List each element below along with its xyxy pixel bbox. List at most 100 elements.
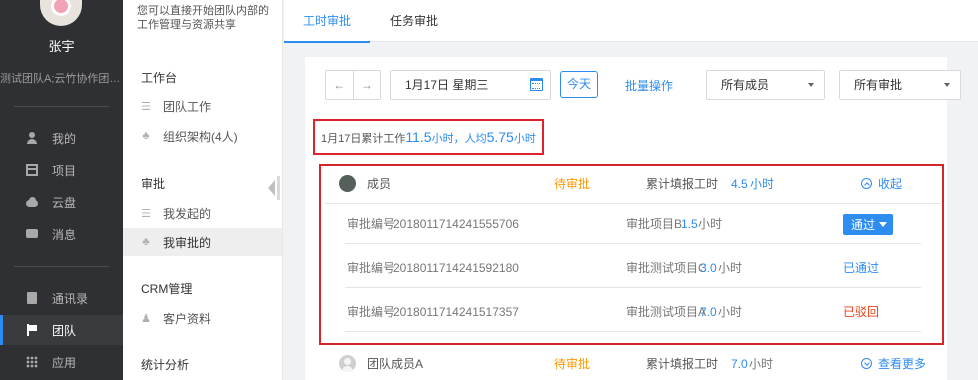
member-row[interactable]: 成员 待审批 累计填报工时 4.5 小时 收起 <box>325 164 941 204</box>
sidebar-item-label: 我的 <box>52 131 77 146</box>
subnav-item-initiated[interactable]: ☰ 我发起的 <box>123 199 282 227</box>
list-icon: ☰ <box>141 100 151 113</box>
summary-avg-unit: 小时 <box>513 133 536 145</box>
sidebar-item-apps[interactable]: 应用 <box>0 347 123 377</box>
chevron-down-icon <box>944 83 950 87</box>
view-more-button[interactable]: 查看更多 <box>861 355 926 372</box>
user-name: 张宇 <box>48 39 75 54</box>
entry-id: 2018011714241555706 <box>393 216 519 231</box>
approval-entry-row[interactable]: 审批编号 2018011714241592180 审批测试项目C 3.0 小时 … <box>345 248 921 288</box>
subnav-item-team-work[interactable]: ☰ 团队工作 <box>123 92 282 120</box>
entry-hours-unit: 小时 <box>718 261 743 275</box>
status-badge: 待审批 <box>554 177 591 191</box>
summary-hours-unit: 小时，人均 <box>431 133 487 145</box>
sidebar-item-message[interactable]: 消息 <box>0 219 123 249</box>
subnav-item-label: 组织架构(4人) <box>163 129 238 144</box>
chevron-down-icon <box>808 83 814 87</box>
daily-summary: 1月17日累计工作11.5小时，人均5.75小时 <box>313 119 544 155</box>
approve-label: 通过 <box>851 218 876 232</box>
entry-state-approved: 已通过 <box>843 261 880 275</box>
collapse-arrow-icon[interactable] <box>268 180 275 196</box>
flag-icon <box>26 324 38 336</box>
approval-entry-row[interactable]: 审批编号 2018011714241555706 审批项目B 1.5 小时 通过 <box>345 204 921 244</box>
org-chart-icon: ♣ <box>142 130 150 142</box>
total-hours-unit: 小时 <box>750 177 775 191</box>
entry-hours: 3.0 <box>700 260 717 275</box>
tab-task-approval[interactable]: 任务审批 <box>370 0 458 42</box>
sidebar-item-label: 项目 <box>52 163 77 178</box>
approval-filter-value: 所有审批 <box>854 78 903 92</box>
member-name: 团队成员A <box>367 357 424 371</box>
entry-project: 审批测试项目A <box>626 305 707 319</box>
cloud-icon <box>26 196 38 208</box>
sidebar-item-label: 团队 <box>52 323 77 338</box>
subnav-description: 您可以直接开始团队内部的工作管理与资源共享 <box>137 5 269 31</box>
approve-dropdown-button[interactable]: 通过 <box>843 214 893 235</box>
date-picker[interactable]: 1月17日 星期三 <box>390 70 551 100</box>
date-nav: ← → <box>325 70 381 100</box>
entry-id-label: 审批编号 <box>347 217 396 231</box>
list-icon: ☰ <box>141 207 151 220</box>
group-title-stats: 统计分析 <box>141 358 190 372</box>
today-button[interactable]: 今天 <box>560 71 598 98</box>
sidebar-item-cloud[interactable]: 云盘 <box>0 187 123 217</box>
user-teams: 测试团队A;云竹协作团队;测试... <box>0 73 123 85</box>
approval-entry-row[interactable]: 审批编号 2018011714241517357 审批测试项目A 7.0 小时 … <box>345 292 921 332</box>
message-icon <box>26 228 38 240</box>
group-title-crm: CRM管理 <box>141 282 193 296</box>
chevron-down-icon <box>861 358 872 369</box>
avatar <box>339 175 356 192</box>
apps-icon <box>26 356 38 368</box>
entry-hours: 1.5 <box>681 216 698 231</box>
sidebar-item-team[interactable]: 团队 <box>0 315 123 345</box>
user-icon: ♟ <box>141 312 151 325</box>
total-hours-unit: 小时 <box>749 357 774 371</box>
entry-project: 审批测试项目C <box>626 261 707 275</box>
chevron-up-icon <box>861 178 872 189</box>
sidebar-item-contacts[interactable]: 通讯录 <box>0 283 123 313</box>
divider <box>14 106 109 107</box>
entry-hours: 7.0 <box>700 304 717 319</box>
total-hours-label: 累计填报工时 <box>646 357 719 371</box>
member-filter-select[interactable]: 所有成员 <box>706 70 825 100</box>
group-title-workbench: 工作台 <box>141 71 178 85</box>
approval-panel: ← → 1月17日 星期三 今天 批量操作 所有成员 所有审批 1月17日累计工… <box>305 57 961 380</box>
subnav-item-label: 客户资料 <box>163 311 212 326</box>
sidebar-item-project[interactable]: 项目 <box>0 155 123 185</box>
tab-hours-approval[interactable]: 工时审批 <box>284 0 370 43</box>
total-hours-label: 累计填报工时 <box>646 177 719 191</box>
subnav-item-customer-data[interactable]: ♟ 客户资料 <box>123 304 282 332</box>
divider <box>14 266 109 267</box>
calendar-icon[interactable] <box>530 78 543 91</box>
approval-filter-select[interactable]: 所有审批 <box>839 70 961 100</box>
avatar <box>339 355 356 372</box>
next-day-button[interactable]: → <box>354 71 381 99</box>
date-value: 1月17日 星期三 <box>405 78 489 92</box>
member-row[interactable]: 团队成员A 待审批 累计填报工时 7.0 小时 查看更多 <box>339 346 941 380</box>
view-more-label: 查看更多 <box>878 357 927 371</box>
caret-down-icon <box>879 222 887 227</box>
subnav-item-label: 我发起的 <box>163 206 212 221</box>
entry-state-rejected: 已驳回 <box>843 305 880 319</box>
sidebar-item-mine[interactable]: 我的 <box>0 123 123 153</box>
member-filter-value: 所有成员 <box>721 78 770 92</box>
tab-bar: 工时审批 任务审批 <box>284 0 978 43</box>
summary-prefix: 1月17日累计工作 <box>321 133 406 145</box>
status-badge: 待审批 <box>554 357 591 371</box>
approval-list: 成员 待审批 累计填报工时 4.5 小时 收起 审批编号 20180117142… <box>319 164 947 380</box>
collapse-button[interactable]: 收起 <box>861 175 902 192</box>
prev-day-button[interactable]: ← <box>326 71 354 99</box>
total-hours-value: 4.5 <box>731 176 748 191</box>
batch-operation-link[interactable]: 批量操作 <box>625 77 673 94</box>
avatar[interactable] <box>40 0 82 26</box>
subnav-item-label: 我审批的 <box>163 235 212 250</box>
main-sidebar: 张宇 测试团队A;云竹协作团队;测试... 我的 项目 云盘 消息 通讯录 团队… <box>0 0 123 380</box>
entry-project: 审批项目B <box>626 217 683 231</box>
team-subnav: 您可以直接开始团队内部的工作管理与资源共享 工作台 ☰ 团队工作 ♣ 组织架构(… <box>123 0 283 380</box>
subnav-item-my-approvals[interactable]: ♣ 我审批的 <box>123 228 282 256</box>
subnav-item-org-chart[interactable]: ♣ 组织架构(4人) <box>123 122 282 150</box>
subnav-item-label: 团队工作 <box>163 99 212 114</box>
entry-hours-unit: 小时 <box>698 217 723 231</box>
org-chart-icon: ♣ <box>142 236 150 248</box>
collapse-handle[interactable] <box>277 176 280 200</box>
